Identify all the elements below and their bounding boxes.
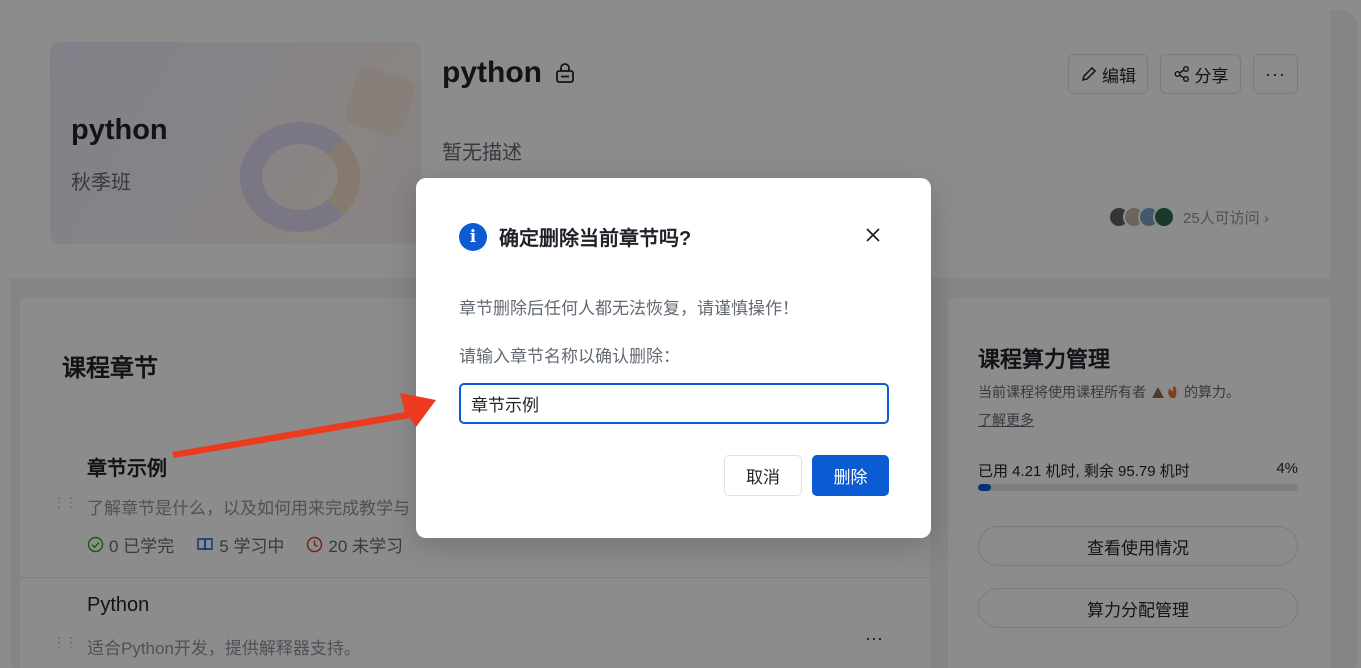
info-icon: i xyxy=(459,222,487,251)
delete-confirm-dialog: i 确定删除当前章节吗? 章节删除后任何人都无法恢复，请谨慎操作！ 请输入章节名… xyxy=(416,178,931,538)
chapter-name-input[interactable] xyxy=(459,383,889,424)
cancel-button[interactable]: 取消 xyxy=(724,455,802,496)
delete-button[interactable]: 删除 xyxy=(812,455,889,496)
close-icon[interactable] xyxy=(862,224,884,246)
dialog-warning: 章节删除后任何人都无法恢复，请谨慎操作！ xyxy=(459,299,799,318)
dialog-header: i 确定删除当前章节吗? xyxy=(459,222,691,251)
dialog-title: 确定删除当前章节吗? xyxy=(499,228,692,250)
dialog-input-label: 请输入章节名称以确认删除： xyxy=(459,347,680,366)
